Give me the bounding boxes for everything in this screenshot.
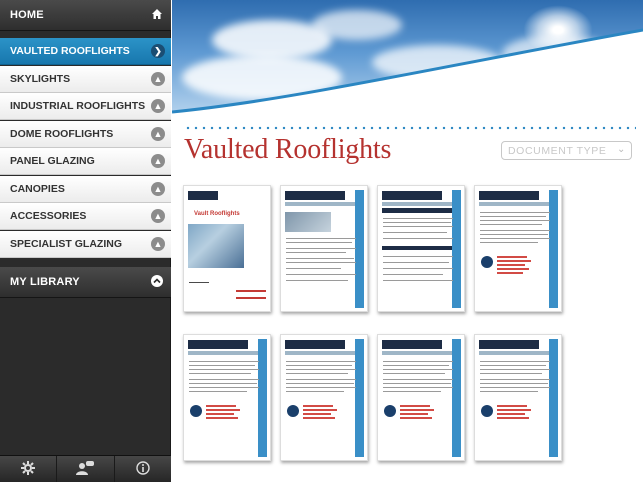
main-content: Vaulted Rooflights DOCUMENT TYPE ⌄ Vault… bbox=[172, 0, 643, 482]
document-thumbnail[interactable] bbox=[377, 185, 465, 312]
sidebar-item-label: ACCESSORIES bbox=[10, 210, 87, 222]
chevron-up-icon: ▲ bbox=[151, 72, 165, 86]
settings-button[interactable] bbox=[0, 456, 58, 482]
sidebar-footer-toolbar bbox=[0, 455, 171, 482]
sidebar-item-panel-glazing[interactable]: PANEL GLAZING ▲ bbox=[0, 148, 171, 175]
document-thumbnail[interactable] bbox=[377, 334, 465, 461]
chevron-down-icon: ⌄ bbox=[617, 144, 626, 155]
home-icon bbox=[150, 8, 164, 22]
chevron-up-icon: ▲ bbox=[151, 209, 165, 223]
sidebar-item-dome-rooflights[interactable]: DOME ROOFLIGHTS ▲ bbox=[0, 121, 171, 148]
dotted-divider bbox=[184, 126, 636, 130]
home-nav-item[interactable]: HOME bbox=[0, 0, 171, 31]
document-thumbnail[interactable] bbox=[474, 334, 562, 461]
chevron-up-icon bbox=[150, 275, 164, 289]
sidebar-item-label: SKYLIGHTS bbox=[10, 73, 71, 85]
document-thumbnail[interactable] bbox=[474, 185, 562, 312]
info-icon bbox=[136, 460, 150, 478]
document-thumbnail[interactable] bbox=[280, 334, 368, 461]
profile-chat-icon bbox=[76, 460, 95, 478]
document-type-dropdown[interactable]: DOCUMENT TYPE ⌄ bbox=[501, 141, 632, 160]
document-thumbnail[interactable]: Vault Rooflights bbox=[183, 185, 271, 312]
chevron-up-icon: ▲ bbox=[151, 182, 165, 196]
info-button[interactable] bbox=[115, 456, 171, 482]
chevron-up-icon: ▲ bbox=[151, 237, 165, 251]
profile-button[interactable] bbox=[57, 456, 115, 482]
chevron-up-icon: ▲ bbox=[151, 99, 165, 113]
sky-banner-image bbox=[172, 0, 643, 118]
sidebar-item-label: VAULTED ROOFLIGHTS bbox=[10, 45, 130, 57]
sidebar-item-vaulted-rooflights[interactable]: VAULTED ROOFLIGHTS ❯ bbox=[0, 38, 171, 65]
sidebar-item-skylights[interactable]: SKYLIGHTS ▲ bbox=[0, 66, 171, 93]
sidebar-item-label: PANEL GLAZING bbox=[10, 155, 95, 167]
document-thumbnail[interactable] bbox=[183, 334, 271, 461]
my-library-label: MY LIBRARY bbox=[10, 276, 80, 288]
document-thumbnail[interactable] bbox=[280, 185, 368, 312]
sidebar-item-canopies[interactable]: CANOPIES ▲ bbox=[0, 176, 171, 203]
sidebar: HOME VAULTED ROOFLIGHTS ❯ SKYLIGHTS ▲ IN… bbox=[0, 0, 171, 482]
sidebar-item-accessories[interactable]: ACCESSORIES ▲ bbox=[0, 203, 171, 230]
chevron-right-icon: ❯ bbox=[151, 44, 165, 58]
sidebar-item-label: DOME ROOFLIGHTS bbox=[10, 128, 114, 140]
sidebar-item-label: CANOPIES bbox=[10, 183, 65, 195]
chevron-up-icon: ▲ bbox=[151, 154, 165, 168]
cover-title: Vault Rooflights bbox=[194, 211, 240, 217]
document-type-label: DOCUMENT TYPE bbox=[508, 144, 607, 157]
sidebar-item-label: INDUSTRIAL ROOFLIGHTS bbox=[10, 100, 146, 112]
home-label: HOME bbox=[10, 9, 44, 21]
gear-icon bbox=[21, 460, 36, 478]
sidebar-item-label: SPECIALIST GLAZING bbox=[10, 238, 123, 250]
chevron-up-icon: ▲ bbox=[151, 127, 165, 141]
sidebar-item-industrial-rooflights[interactable]: INDUSTRIAL ROOFLIGHTS ▲ bbox=[0, 93, 171, 120]
sidebar-item-specialist-glazing[interactable]: SPECIALIST GLAZING ▲ bbox=[0, 231, 171, 258]
my-library-nav-item[interactable]: MY LIBRARY bbox=[0, 267, 171, 298]
page-title: Vaulted Rooflights bbox=[184, 134, 392, 165]
